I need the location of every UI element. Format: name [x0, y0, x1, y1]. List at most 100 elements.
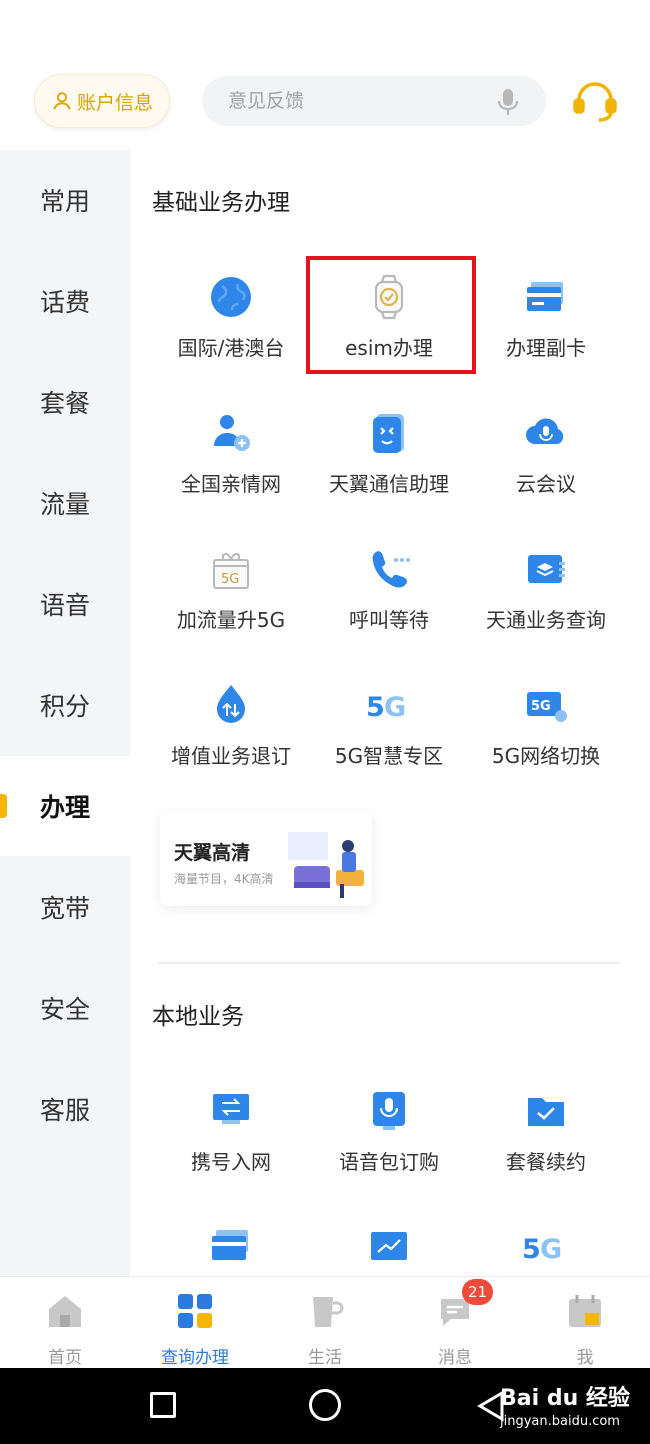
sidebar-item-label: 语音	[39, 591, 90, 620]
service-voice-pack[interactable]: 语音包订购	[311, 1088, 467, 1198]
feedback-search-box[interactable]	[202, 76, 546, 126]
service-label: 办理副卡	[506, 336, 586, 360]
section-divider	[158, 962, 620, 964]
service-5g-zone[interactable]: 5 G 5G智慧专区	[311, 682, 467, 792]
account-info-label: 账户信息	[76, 91, 153, 114]
tab-messages[interactable]: 21 消息	[390, 1277, 520, 1369]
grid-icon	[178, 1294, 212, 1328]
service-label: 语音包订购	[339, 1150, 439, 1174]
highlight-box	[306, 256, 476, 374]
sidebar-item-label: 宽带	[39, 894, 90, 923]
service-number-transfer[interactable]: 携号入网	[153, 1088, 309, 1198]
service-label: 套餐续约	[506, 1150, 586, 1174]
sidebar-item-label: 常用	[39, 187, 90, 216]
tianyi-hd-banner[interactable]: 天翼高清 海量节目，4K高清	[160, 812, 372, 906]
sidebar-item-label: 客服	[39, 1096, 90, 1125]
5g-icon[interactable]: 5 G	[522, 1224, 568, 1270]
customer-service-icon[interactable]	[570, 76, 620, 126]
card-icon	[527, 282, 563, 311]
service-label: 国际/港澳台	[177, 336, 285, 360]
tab-label: 我	[576, 1348, 594, 1368]
service-label: 天翼通信助理	[329, 472, 449, 496]
sidebar-item-service[interactable]: 客服	[0, 1059, 130, 1159]
sidebar-item-points[interactable]: 积分	[0, 655, 130, 755]
sidebar-item-security[interactable]: 安全	[0, 958, 130, 1058]
feedback-search-input[interactable]	[228, 90, 468, 112]
service-international[interactable]: 国际/港澳台	[153, 274, 309, 384]
tab-life[interactable]: 生活	[260, 1277, 390, 1369]
mic-icon	[373, 1092, 405, 1130]
sidebar-item-label: 积分	[39, 692, 90, 721]
sidebar-item-label: 话费	[39, 288, 90, 317]
sidebar-item-label: 流量	[39, 490, 90, 519]
svg-text:G: G	[384, 692, 406, 723]
svg-text:5: 5	[522, 1234, 541, 1265]
home-icon	[49, 1296, 81, 1327]
service-label: 增值业务退订	[171, 744, 291, 768]
microphone-icon[interactable]	[494, 87, 522, 117]
tab-label: 查询办理	[161, 1348, 229, 1368]
sidebar-item-data[interactable]: 流量	[0, 453, 130, 553]
tab-query-handle[interactable]: 查询办理	[130, 1277, 260, 1369]
svg-text:5G: 5G	[221, 572, 239, 587]
sidebar-item-broadband[interactable]: 宽带	[0, 857, 130, 957]
service-label: 5G网络切换	[491, 744, 601, 768]
recent-apps-icon[interactable]	[150, 1392, 176, 1418]
assistant-icon	[373, 414, 404, 453]
service-cloud-meeting[interactable]: 云会议	[468, 410, 624, 520]
bottom-tab-bar: 首页 查询办理 生活 21 消息 我	[0, 1276, 650, 1368]
5g-icon: 5 G	[366, 692, 406, 723]
service-family-network[interactable]: 全国亲情网	[153, 410, 309, 520]
svg-text:5: 5	[366, 692, 385, 723]
system-navigation-bar: Bai du 经验 jingyan.baidu.com	[0, 1368, 650, 1444]
sidebar-item-handle[interactable]: 办理	[0, 756, 130, 856]
satellite-card-icon	[528, 555, 565, 583]
service-label: 全国亲情网	[181, 472, 281, 496]
transfer-icon	[213, 1094, 249, 1124]
sidebar-item-label: 安全	[39, 995, 90, 1024]
tab-label: 生活	[308, 1348, 342, 1368]
tab-me[interactable]: 我	[520, 1277, 650, 1369]
category-sidebar: 常用 话费 套餐 流量 语音 积分 办理 宽带 安全 客服	[0, 150, 130, 1276]
service-label: 云会议	[516, 472, 576, 496]
sidebar-item-fees[interactable]: 话费	[0, 251, 130, 351]
service-label: 呼叫等待	[349, 608, 429, 632]
service-plan-renewal[interactable]: 套餐续约	[468, 1088, 624, 1198]
cup-icon	[313, 1297, 344, 1327]
app-screen: 账户信息 常用 话费 套餐 流量 语音 积分 办理 宽带 安全 客服 基础业务办	[0, 0, 650, 1444]
service-label: 加流量升5G	[176, 608, 286, 632]
baidu-watermark-url: jingyan.baidu.com	[500, 1414, 620, 1429]
folder-check-icon	[528, 1098, 564, 1126]
service-tianyi-assistant[interactable]: 天翼通信助理	[311, 410, 467, 520]
home-circle-icon[interactable]	[309, 1389, 341, 1421]
phone-wait-icon	[372, 551, 410, 588]
svg-text:G: G	[540, 1234, 562, 1265]
service-label: 5G智慧专区	[334, 744, 444, 768]
sidebar-item-label: 办理	[39, 793, 90, 822]
account-info-button[interactable]: 账户信息	[34, 74, 170, 128]
service-add-data-5g[interactable]: 5G 加流量升5G	[153, 546, 309, 656]
tv-viewer-illustration	[288, 832, 364, 898]
sidebar-item-label: 套餐	[39, 389, 90, 418]
card-icon[interactable]	[208, 1224, 254, 1270]
section-title-local: 本地业务	[152, 1004, 244, 1030]
user-add-icon	[214, 415, 250, 451]
service-tiantong-query[interactable]: 天通业务查询	[468, 546, 624, 656]
service-call-waiting[interactable]: 呼叫等待	[311, 546, 467, 656]
gift-5g-icon: 5G	[213, 553, 249, 589]
chart-folder-icon[interactable]	[366, 1224, 412, 1270]
cloud-mic-icon	[526, 418, 564, 444]
calendar-user-icon	[569, 1295, 601, 1327]
service-unsubscribe-vas[interactable]: 增值业务退订	[153, 682, 309, 792]
header: 账户信息	[0, 0, 650, 150]
message-count-badge: 21	[462, 1279, 494, 1305]
service-5g-network-switch[interactable]: 5G 5G网络切换	[468, 682, 624, 792]
banner-subtitle: 海量节目，4K高清	[174, 872, 274, 886]
svg-text:5G: 5G	[531, 699, 551, 714]
sidebar-item-voice[interactable]: 语音	[0, 554, 130, 654]
sidebar-item-plans[interactable]: 套餐	[0, 352, 130, 452]
service-label: 携号入网	[191, 1150, 271, 1174]
sidebar-item-common[interactable]: 常用	[0, 150, 130, 250]
tab-home[interactable]: 首页	[0, 1277, 130, 1369]
service-secondary-card[interactable]: 办理副卡	[468, 274, 624, 384]
